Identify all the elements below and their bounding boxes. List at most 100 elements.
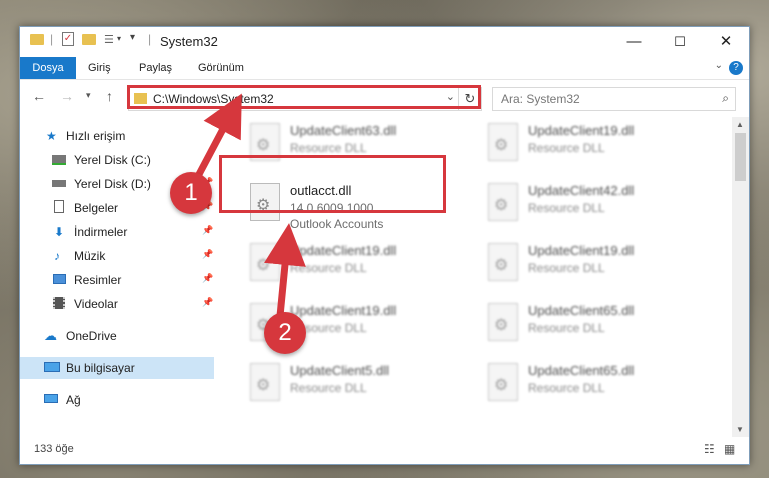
address-highlight-box <box>127 85 481 109</box>
nav-item-label: Yerel Disk (C:) <box>74 153 151 167</box>
dll-file-icon: ⚙ <box>488 243 518 281</box>
file-tile[interactable]: ⚙ UpdateClient19.dll Resource DLL <box>478 239 698 295</box>
music-icon: ♪ <box>54 249 60 263</box>
file-tile[interactable]: ⚙ UpdateClient19.dll Resource DLL <box>240 239 460 295</box>
back-arrow-icon[interactable]: ← <box>32 88 46 104</box>
callout-badge-2: 2 <box>264 312 306 354</box>
file-name: UpdateClient5.dll <box>290 363 390 378</box>
nav-item-onedrive[interactable]: ☁ OneDrive <box>20 325 214 347</box>
tab-home[interactable]: Giriş <box>88 57 111 79</box>
cloud-icon: ☁ <box>44 328 57 343</box>
dll-file-icon: ⚙ <box>488 363 518 401</box>
nav-item-videos[interactable]: Videolar 📌 <box>20 293 214 315</box>
file-name: UpdateClient19.dll <box>528 243 635 258</box>
tab-share[interactable]: Paylaş <box>139 57 172 79</box>
quick-access-dropdown-icon[interactable]: ▾ <box>130 32 135 43</box>
ribbon-tabs: Dosya Giriş Paylaş Görünüm ⌄ ? <box>20 57 749 80</box>
network-icon <box>44 394 58 403</box>
new-folder-icon[interactable] <box>82 34 96 45</box>
dll-file-icon: ⚙ <box>488 183 518 221</box>
documents-icon <box>54 200 64 213</box>
tab-file[interactable]: Dosya <box>20 57 76 79</box>
pin-icon[interactable]: 📌 <box>202 249 213 260</box>
nav-item-downloads[interactable]: ⬇ İndirmeler 📌 <box>20 221 214 243</box>
nav-item-quick-access[interactable]: ★ Hızlı erişim <box>20 125 214 147</box>
file-type: Resource DLL <box>290 381 367 395</box>
search-icon[interactable]: ⌕ <box>722 91 729 106</box>
file-tile[interactable]: ⚙ UpdateClient65.dll Resource DLL <box>478 299 698 355</box>
folder-icon <box>30 34 44 45</box>
scroll-up-icon[interactable]: ▲ <box>736 120 744 129</box>
nav-item-label: Resimler <box>74 273 122 287</box>
forward-arrow-icon[interactable]: → <box>60 88 74 104</box>
pin-icon[interactable]: 📌 <box>202 297 213 308</box>
star-icon: ★ <box>46 129 57 143</box>
callout-badge-1: 1 <box>170 172 212 214</box>
vertical-scrollbar[interactable]: ▲ ▼ <box>732 117 749 437</box>
nav-item-network[interactable]: Ağ <box>20 389 214 411</box>
help-icon[interactable]: ? <box>729 61 743 75</box>
title-bar: | ✓ ☰ ▾ ▾ | System32 — ☐ ✕ <box>20 27 749 57</box>
scroll-down-icon[interactable]: ▼ <box>736 425 744 434</box>
up-arrow-icon[interactable]: ↑ <box>106 88 113 104</box>
maximize-button[interactable]: ☐ <box>657 27 703 57</box>
drive-icon <box>52 180 66 187</box>
nav-item-pictures[interactable]: Resimler 📌 <box>20 269 214 291</box>
file-type: Resource DLL <box>528 321 605 335</box>
chevron-down-icon[interactable]: ⌄ <box>715 60 723 71</box>
file-type: Resource DLL <box>528 261 605 275</box>
nav-item-music[interactable]: ♪ Müzik 📌 <box>20 245 214 267</box>
nav-item-local-disk-c[interactable]: Yerel Disk (C:) <box>20 149 214 171</box>
search-input[interactable]: Ara: System32 ⌕ <box>492 87 736 111</box>
file-name: UpdateClient65.dll <box>528 303 635 318</box>
nav-item-label: İndirmeler <box>74 225 128 239</box>
navigation-pane: ★ Hızlı erişim Yerel Disk (C:) Yerel Dis… <box>20 117 214 437</box>
file-type: Resource DLL <box>528 381 605 395</box>
properties-icon[interactable]: ✓ <box>62 32 74 46</box>
explorer-window: | ✓ ☰ ▾ ▾ | System32 — ☐ ✕ Dosya Giriş P… <box>19 26 750 465</box>
videos-icon <box>53 297 65 309</box>
file-type: Outlook Accounts <box>290 217 384 231</box>
item-count: 133 öğe <box>34 443 74 455</box>
separator-icon: | <box>148 32 152 46</box>
tab-view[interactable]: Görünüm <box>198 57 244 79</box>
close-button[interactable]: ✕ <box>703 27 749 57</box>
file-highlight-box <box>219 155 446 213</box>
dll-file-icon: ⚙ <box>488 303 518 341</box>
file-name: UpdateClient65.dll <box>528 363 635 378</box>
nav-item-this-pc[interactable]: Bu bilgisayar <box>20 357 214 379</box>
nav-item-label: Müzik <box>74 249 106 263</box>
file-tile[interactable]: ⚙ UpdateClient19.dll Resource DLL <box>478 119 698 175</box>
status-bar: 133 öğe ☷ ▦ <box>20 437 749 464</box>
recent-locations-icon[interactable]: ▾ <box>86 90 91 101</box>
pictures-icon <box>53 274 66 284</box>
customize-toolbar-icon[interactable]: ☰ <box>104 33 114 46</box>
file-tile[interactable]: ⚙ UpdateClient65.dll Resource DLL <box>478 359 698 415</box>
file-name: UpdateClient63.dll <box>290 123 397 138</box>
chevron-down-icon[interactable]: ▾ <box>117 34 121 43</box>
file-name: UpdateClient19.dll <box>290 303 397 318</box>
nav-item-label: Yerel Disk (D:) <box>74 177 151 191</box>
nav-item-label: OneDrive <box>66 329 117 343</box>
scrollbar-thumb[interactable] <box>735 133 746 181</box>
search-placeholder: Ara: System32 <box>501 92 580 106</box>
minimize-button[interactable]: — <box>611 27 657 57</box>
window-title: System32 <box>160 34 218 49</box>
pin-icon[interactable]: 📌 <box>202 225 213 236</box>
details-view-icon[interactable]: ☷ <box>704 443 718 455</box>
nav-item-label: Hızlı erişim <box>66 129 126 143</box>
pin-icon[interactable]: 📌 <box>202 273 213 284</box>
file-type: Resource DLL <box>290 141 367 155</box>
file-name: UpdateClient19.dll <box>290 243 397 258</box>
nav-item-label: Belgeler <box>74 201 119 215</box>
file-tile[interactable]: ⚙ UpdateClient42.dll Resource DLL <box>478 179 698 235</box>
file-type: Resource DLL <box>290 261 367 275</box>
address-row: ← → ▾ ↑ C:\Windows\System32 ⌄ ↻ Ara: Sys… <box>20 80 749 114</box>
nav-item-label: Bu bilgisayar <box>66 361 135 375</box>
file-name: UpdateClient42.dll <box>528 183 635 198</box>
dll-file-icon: ⚙ <box>250 243 280 281</box>
tiles-view-icon[interactable]: ▦ <box>724 443 738 455</box>
download-icon: ⬇ <box>54 225 65 239</box>
file-name: UpdateClient19.dll <box>528 123 635 138</box>
file-tile[interactable]: ⚙ UpdateClient5.dll Resource DLL <box>240 359 460 415</box>
